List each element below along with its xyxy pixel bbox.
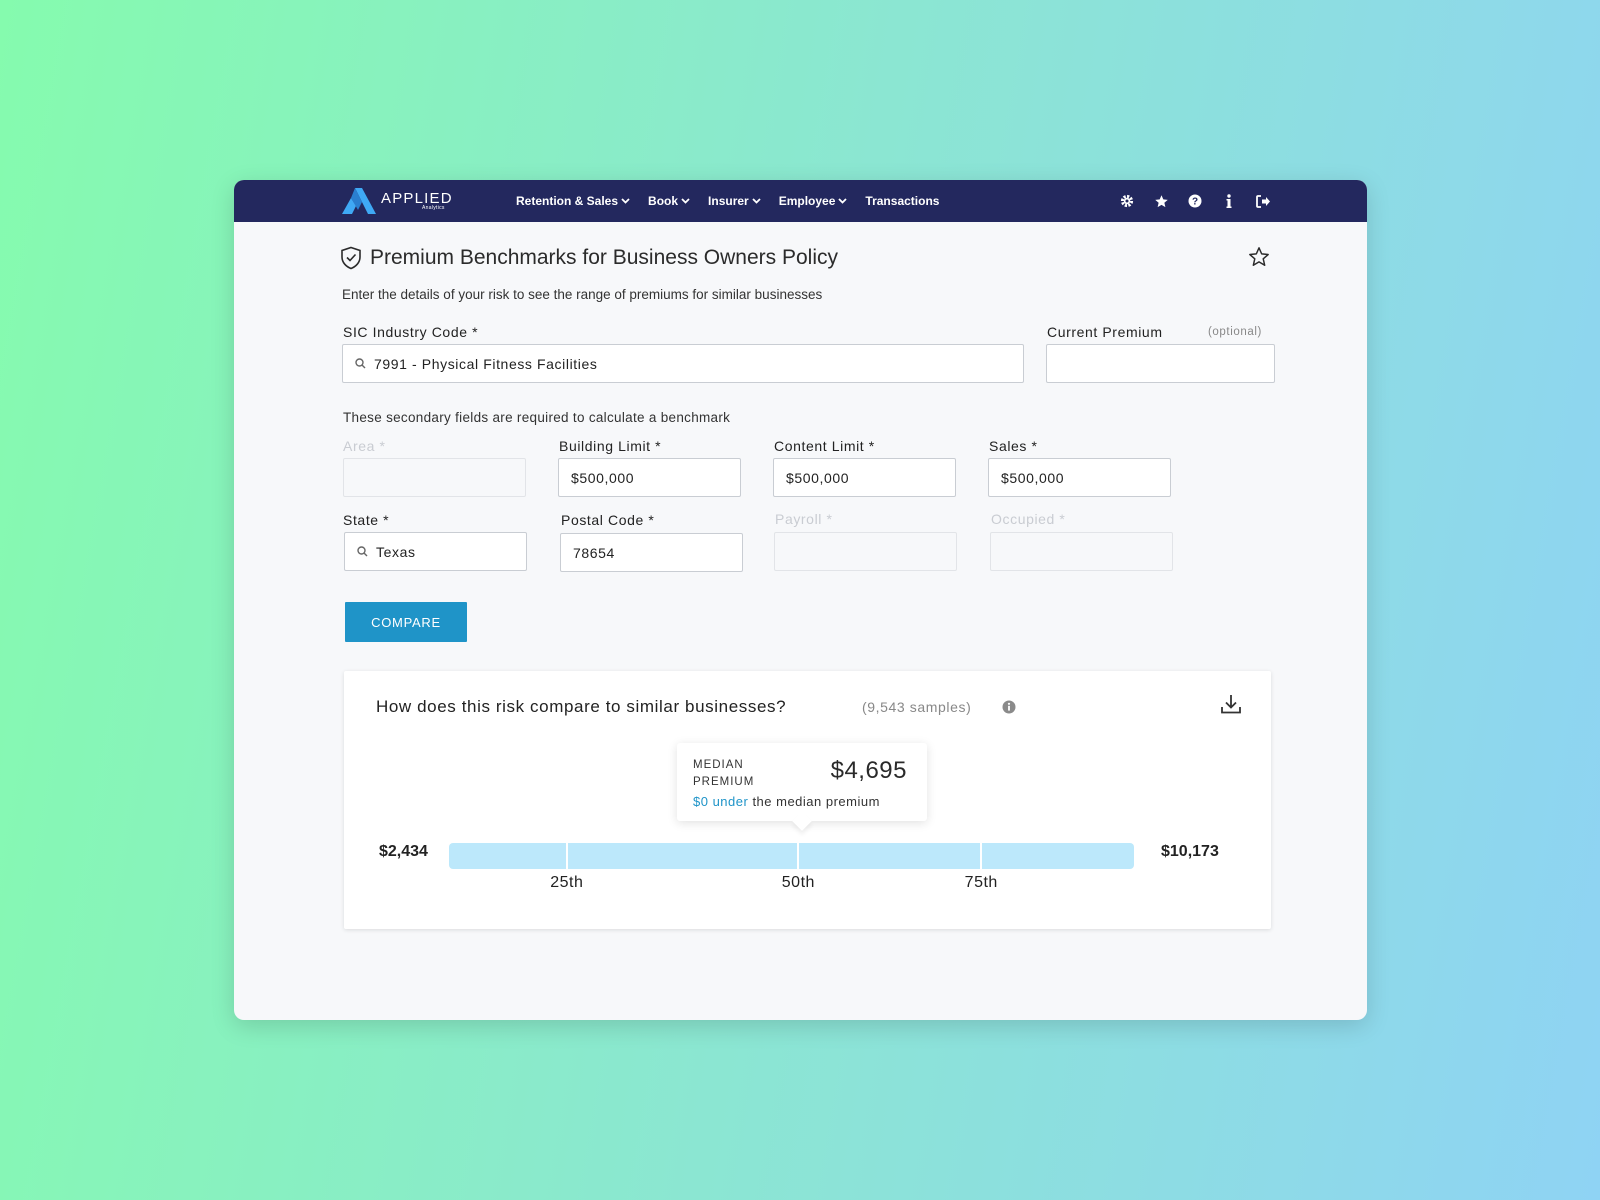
premium-difference: $0 under bbox=[693, 794, 749, 809]
secondary-fields-hint: These secondary fields are required to c… bbox=[343, 410, 731, 425]
page-header: Premium Benchmarks for Business Owners P… bbox=[340, 246, 838, 270]
building-limit-input[interactable]: $500,000 bbox=[558, 458, 741, 497]
sic-industry-code-input[interactable]: 7991 - Physical Fitness Facilities bbox=[342, 344, 1024, 383]
help-icon[interactable]: ? bbox=[1187, 193, 1203, 209]
sic-label-text: SIC Industry Code bbox=[343, 324, 468, 340]
nav-item-insurer[interactable]: Insurer bbox=[708, 194, 761, 208]
comparison-question: How does this risk compare to similar bu… bbox=[376, 697, 787, 716]
favorite-star-icon[interactable] bbox=[1248, 246, 1270, 273]
building-limit-value: $500,000 bbox=[571, 469, 635, 486]
median-premium-tooltip: MEDIAN PREMIUM $4,695 $0 under the media… bbox=[677, 743, 927, 821]
sales-value: $500,000 bbox=[1001, 469, 1065, 486]
info-circle-icon[interactable] bbox=[1002, 700, 1016, 719]
sales-label: Sales * bbox=[989, 438, 1038, 454]
premium-comparison-text: the median premium bbox=[748, 794, 880, 809]
nav-item-label: Employee bbox=[778, 194, 836, 208]
svg-text:?: ? bbox=[1192, 197, 1198, 208]
nav-item-book[interactable]: Book bbox=[648, 194, 690, 208]
nav-item-employee[interactable]: Employee bbox=[779, 194, 848, 208]
occupied-input[interactable] bbox=[990, 532, 1173, 571]
download-icon[interactable] bbox=[1220, 693, 1242, 720]
benchmark-result-card: How does this risk compare to similar bu… bbox=[344, 671, 1271, 929]
range-max-value: $10,173 bbox=[1161, 843, 1219, 860]
nav-item-transactions[interactable]: Transactions bbox=[865, 194, 939, 208]
page-subtitle: Enter the details of your risk to see th… bbox=[342, 287, 823, 302]
chevron-down-icon bbox=[838, 198, 848, 204]
sample-count: (9,543 samples) bbox=[862, 699, 972, 715]
applied-logo-icon bbox=[342, 188, 376, 214]
area-label: Area * bbox=[343, 438, 386, 454]
nav-item-label: Book bbox=[648, 194, 679, 208]
info-icon[interactable] bbox=[1221, 193, 1237, 209]
building-limit-label: Building Limit * bbox=[559, 438, 662, 454]
page-title: Premium Benchmarks for Business Owners P… bbox=[370, 246, 838, 269]
top-navbar: APPLIED Analytics Retention & Sales Book… bbox=[234, 180, 1367, 222]
nav-item-label: Transactions bbox=[865, 194, 940, 208]
nav-icon-group: ? bbox=[1119, 180, 1271, 222]
percentile-label: 25th bbox=[550, 874, 584, 891]
percentile-tick bbox=[980, 843, 983, 869]
main-menu: Retention & Sales Book Insurer Employee … bbox=[516, 180, 939, 222]
chevron-down-icon bbox=[681, 198, 690, 204]
current-premium-input[interactable] bbox=[1046, 344, 1275, 383]
percentile-tick bbox=[565, 843, 568, 869]
state-label: State * bbox=[343, 512, 390, 528]
postal-code-value: 78654 bbox=[573, 544, 615, 561]
range-min-value: $2,434 bbox=[379, 843, 428, 860]
required-marker: * bbox=[472, 324, 479, 340]
sic-label: SIC Industry Code * bbox=[343, 324, 478, 340]
sales-input[interactable]: $500,000 bbox=[988, 458, 1171, 497]
median-premium-label: MEDIAN PREMIUM bbox=[693, 759, 755, 788]
nav-item-retention-sales[interactable]: Retention & Sales bbox=[516, 194, 630, 208]
state-input[interactable]: Texas bbox=[344, 532, 527, 571]
content-limit-label: Content Limit * bbox=[774, 438, 875, 454]
nav-item-label: Retention & Sales bbox=[516, 194, 619, 208]
current-premium-label: Current Premium bbox=[1047, 324, 1163, 340]
premium-range-bar bbox=[449, 843, 1134, 869]
median-premium-value: $4,695 bbox=[830, 757, 907, 784]
compare-button[interactable]: COMPARE bbox=[345, 602, 467, 642]
sic-value: 7991 - Physical Fitness Facilities bbox=[374, 355, 598, 372]
nav-item-label: Insurer bbox=[708, 194, 749, 208]
payroll-label: Payroll * bbox=[775, 511, 833, 527]
logout-icon[interactable] bbox=[1255, 193, 1271, 209]
brand-subtitle: Analytics bbox=[422, 205, 445, 211]
applied-logo[interactable]: APPLIED Analytics bbox=[342, 186, 462, 216]
percentile-label: 50th bbox=[781, 874, 815, 891]
star-icon[interactable] bbox=[1153, 193, 1169, 209]
content-limit-input[interactable]: $500,000 bbox=[773, 458, 956, 497]
premium-comparison-note: $0 under the median premium bbox=[693, 794, 880, 809]
area-input[interactable] bbox=[343, 458, 526, 497]
shield-check-icon bbox=[341, 246, 361, 270]
gear-icon[interactable] bbox=[1119, 193, 1135, 209]
percentile-label: 75th bbox=[964, 874, 998, 891]
postal-code-label: Postal Code * bbox=[561, 512, 655, 528]
chevron-down-icon bbox=[621, 198, 630, 204]
content-limit-value: $500,000 bbox=[786, 469, 850, 486]
occupied-label: Occupied * bbox=[991, 511, 1066, 527]
postal-code-input[interactable]: 78654 bbox=[560, 533, 743, 572]
optional-tag: (optional) bbox=[1208, 326, 1262, 338]
chevron-down-icon bbox=[752, 198, 761, 204]
main-content: Premium Benchmarks for Business Owners P… bbox=[234, 222, 1367, 1020]
search-icon bbox=[355, 358, 366, 369]
percentile-tick bbox=[797, 843, 800, 869]
app-window: APPLIED Analytics Retention & Sales Book… bbox=[234, 180, 1367, 1020]
state-value: Texas bbox=[376, 543, 416, 560]
payroll-input[interactable] bbox=[774, 532, 957, 571]
search-icon bbox=[357, 546, 368, 557]
